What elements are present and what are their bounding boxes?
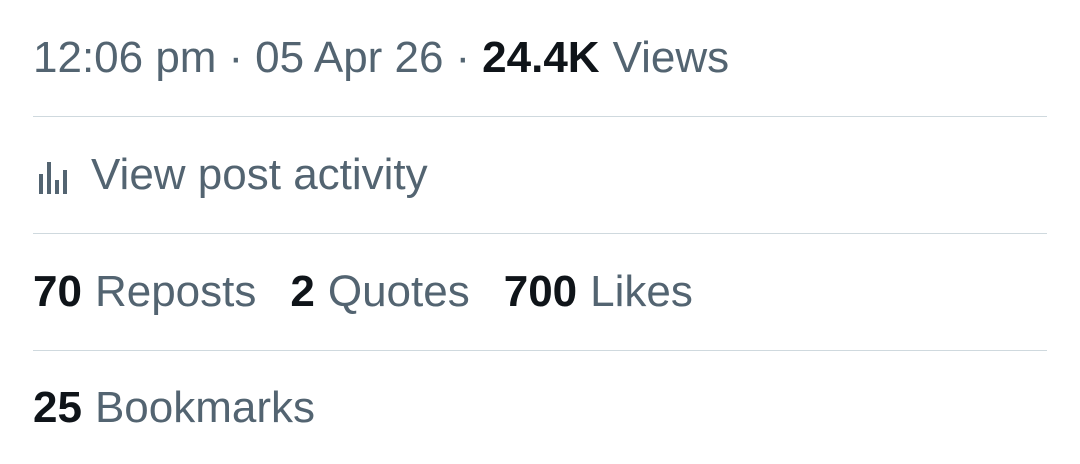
- likes-stat[interactable]: 700 Likes: [504, 267, 693, 317]
- quotes-stat[interactable]: 2 Quotes: [290, 267, 469, 317]
- post-time[interactable]: 12:06 pm: [33, 33, 216, 83]
- likes-label: Likes: [590, 267, 693, 316]
- quotes-label: Quotes: [327, 267, 470, 316]
- meta-separator: ·: [228, 33, 244, 82]
- view-post-activity-link[interactable]: View post activity: [33, 150, 428, 200]
- view-post-activity-label: View post activity: [91, 150, 428, 199]
- quotes-count: 2: [290, 267, 315, 316]
- post-details-panel: 12:06 pm · 05 Apr 26 · 24.4K Views View …: [0, 0, 1080, 464]
- post-meta-row: 12:06 pm · 05 Apr 26 · 24.4K Views: [33, 0, 1047, 116]
- reposts-label: Reposts: [94, 267, 257, 316]
- post-activity-row: View post activity: [33, 117, 1047, 233]
- views-count: 24.4K: [482, 33, 600, 82]
- reposts-stat[interactable]: 70 Reposts: [33, 267, 256, 317]
- bookmarks-stat[interactable]: 25 Bookmarks: [33, 383, 315, 433]
- bar-chart-icon: [33, 156, 73, 196]
- views-label: Views: [612, 33, 730, 82]
- post-date[interactable]: 05 Apr 26: [255, 33, 443, 83]
- engagement-stats-row: 70 Reposts 2 Quotes 700 Likes: [33, 234, 1047, 350]
- reposts-count: 70: [33, 267, 82, 316]
- bookmarks-row: 25 Bookmarks: [33, 351, 1047, 464]
- meta-separator: ·: [455, 33, 471, 82]
- bookmarks-label: Bookmarks: [94, 382, 316, 432]
- bookmarks-count: 25: [33, 382, 82, 432]
- likes-count: 700: [503, 267, 578, 316]
